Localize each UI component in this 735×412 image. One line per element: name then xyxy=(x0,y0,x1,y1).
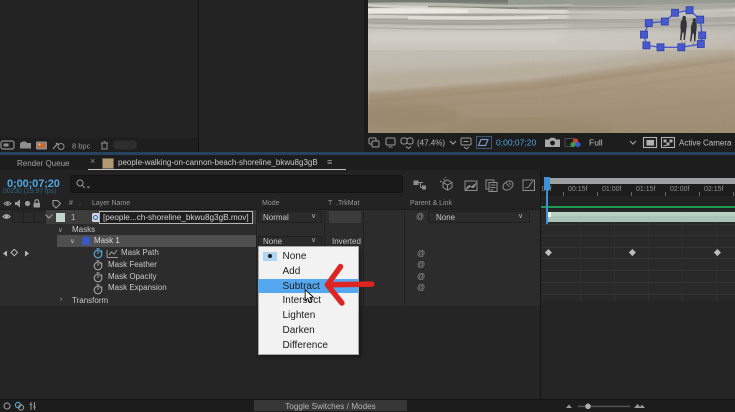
svg-text:0;00;07;20: 0;00;07;20 xyxy=(496,138,536,148)
svg-text:(47.4%): (47.4%) xyxy=(417,139,445,148)
svg-text:Full: Full xyxy=(589,138,603,148)
svg-text:Active Camera: Active Camera xyxy=(679,139,732,148)
svg-text:8 bpc: 8 bpc xyxy=(72,142,91,151)
